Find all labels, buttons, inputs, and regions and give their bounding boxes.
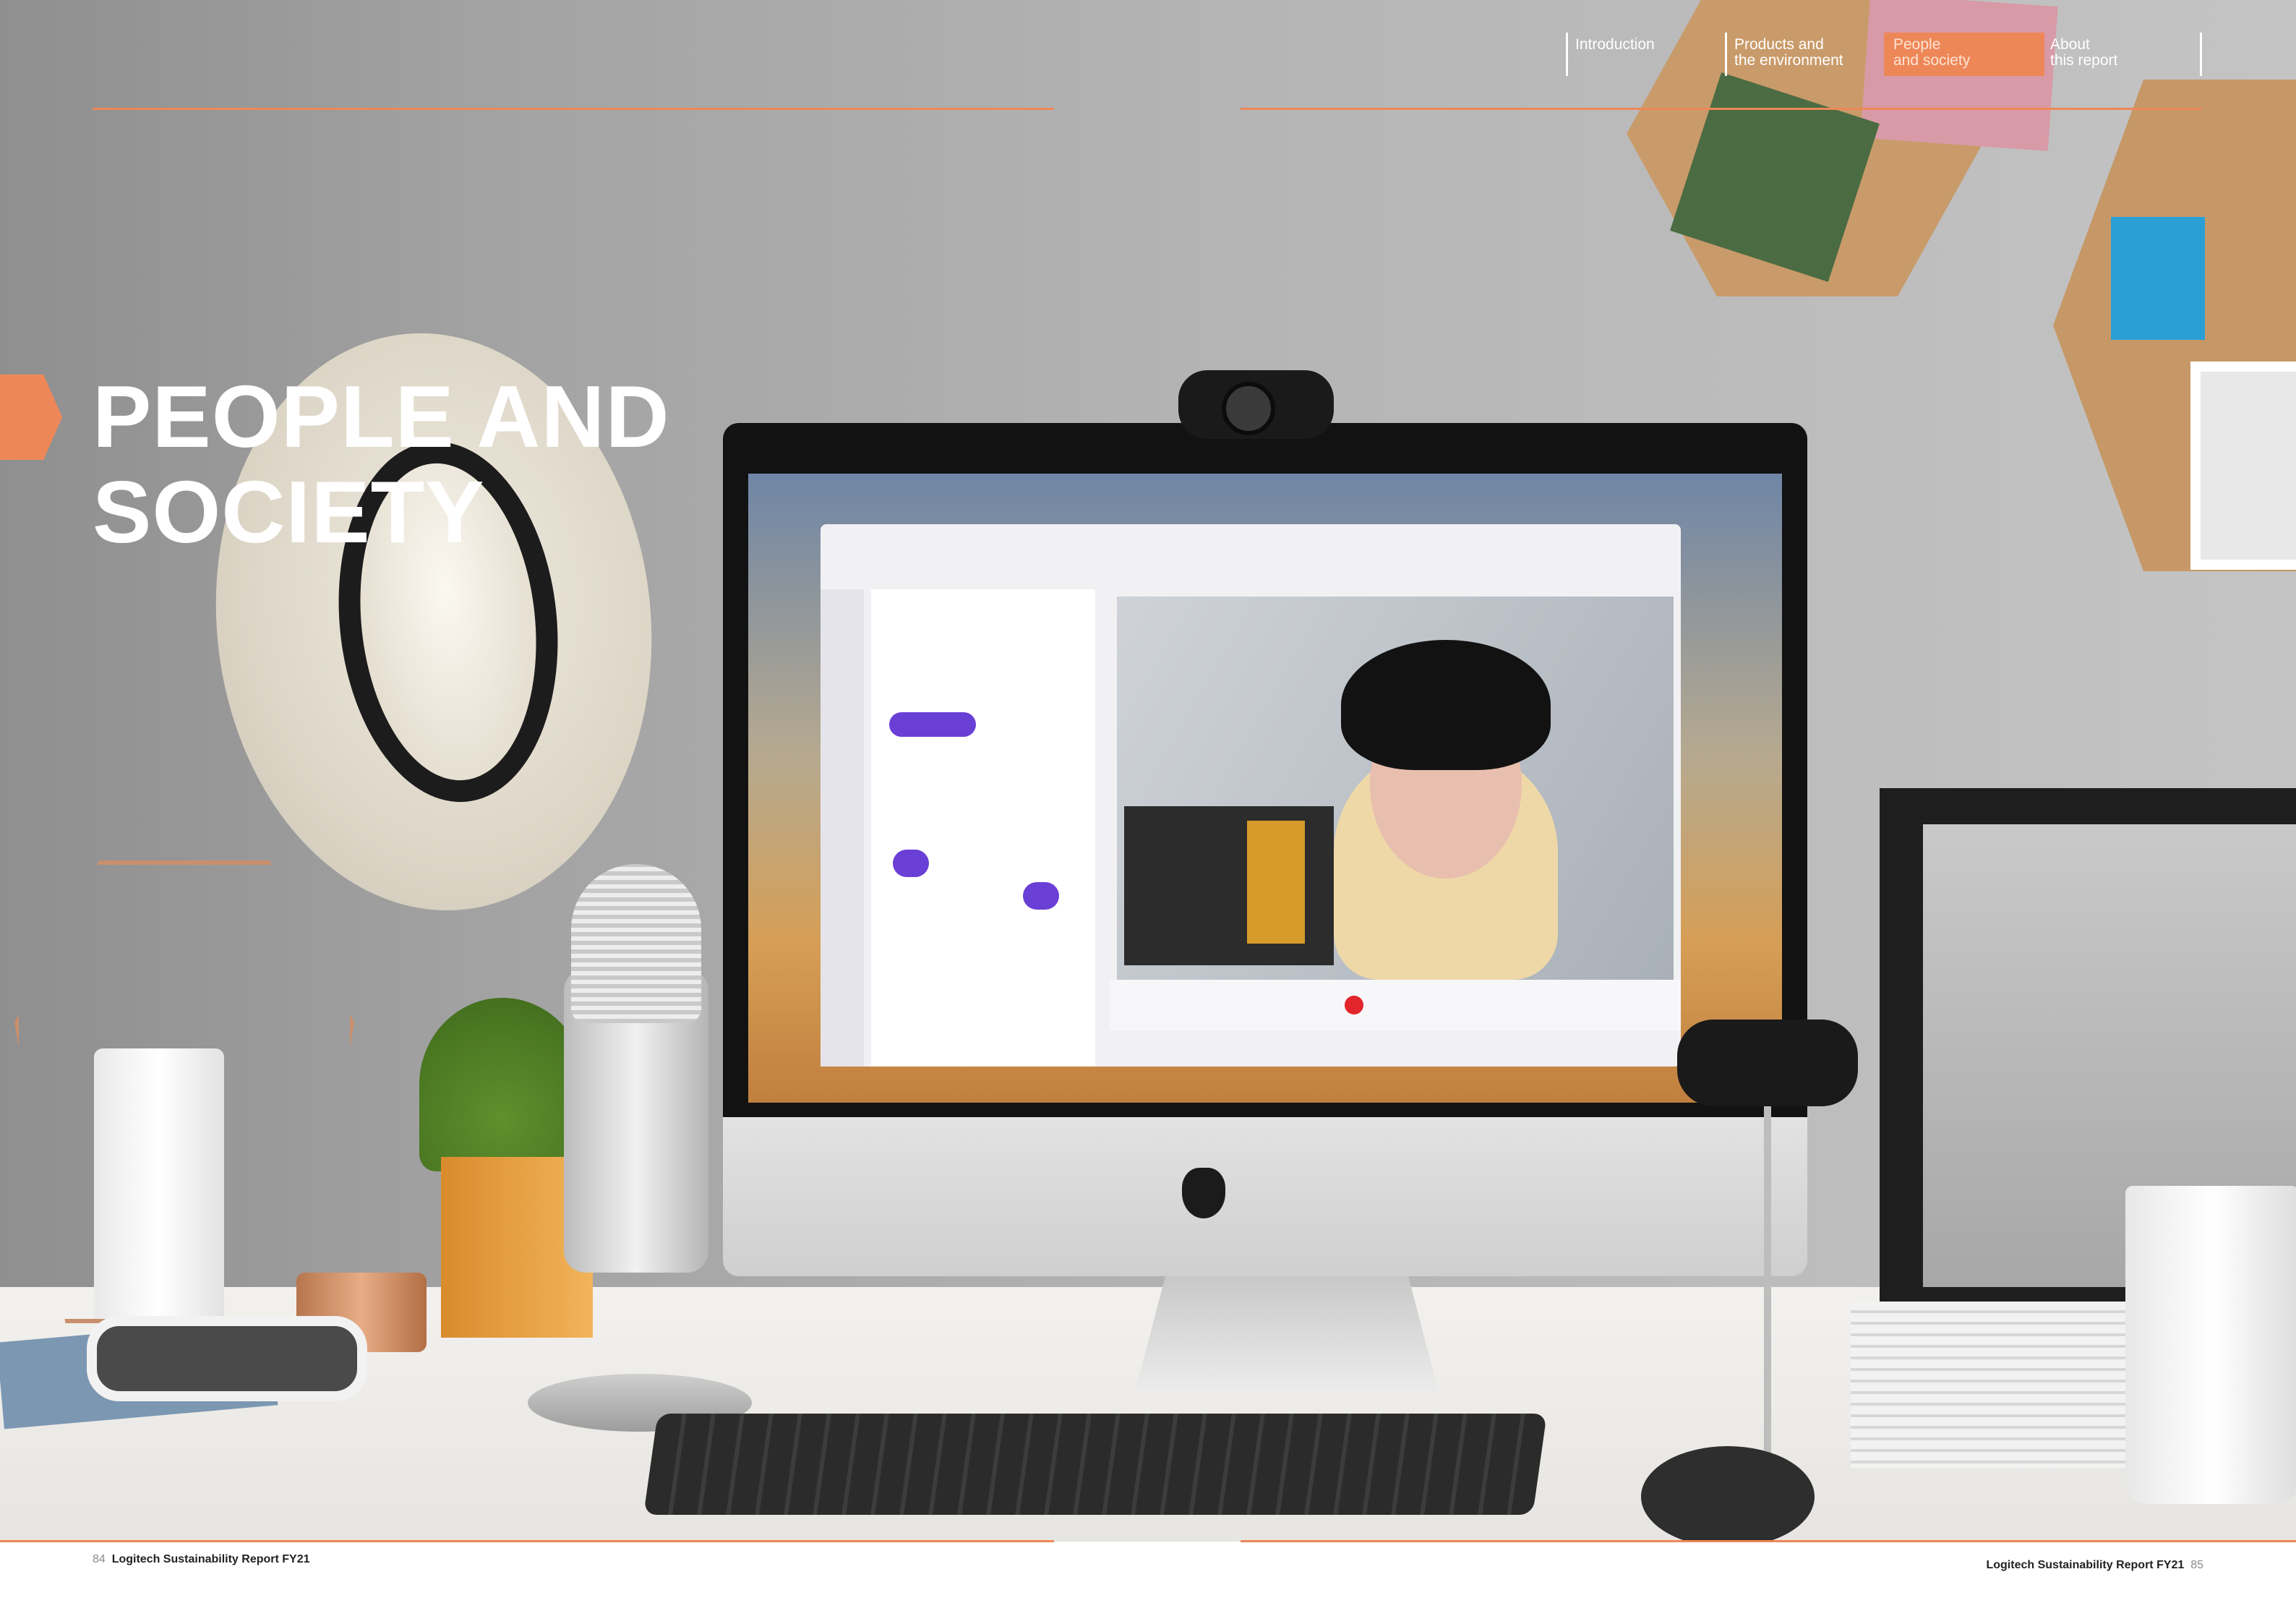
plant	[419, 998, 586, 1171]
page-number: 85	[2190, 1559, 2203, 1571]
microphone-head	[571, 864, 701, 1023]
magazines	[1851, 1302, 2154, 1468]
footer-right: Logitech Sustainability Report FY21 85	[1986, 1559, 2203, 1572]
apple-logo-icon	[1182, 1168, 1225, 1218]
nav-label: and society	[1893, 52, 1971, 69]
hero-photo	[0, 0, 2296, 1542]
nav-label: Products and	[1734, 36, 1824, 53]
monitor-stand	[1135, 1276, 1439, 1392]
monitor-screen	[748, 474, 1782, 1103]
sunglasses	[87, 1316, 367, 1401]
nav-label: Introduction	[1575, 36, 1655, 53]
mouse	[1641, 1446, 1815, 1542]
nav-introduction[interactable]: Introduction	[1566, 33, 1722, 76]
section-title-line: SOCIETY	[93, 463, 485, 561]
nav-about-report[interactable]: About this report	[2043, 33, 2199, 76]
header-rule-right	[1241, 108, 2202, 110]
footer-left: 84 Logitech Sustainability Report FY21	[93, 1553, 310, 1566]
app-style-chip	[893, 850, 929, 877]
footer-rule-right	[1241, 1540, 2296, 1542]
nav-divider	[2200, 33, 2202, 76]
video-person-hat	[1341, 640, 1551, 770]
report-name: Logitech Sustainability Report FY21	[1986, 1559, 2185, 1571]
nav-label: this report	[2050, 52, 2118, 69]
monitor-chin	[723, 1117, 1807, 1276]
tripod	[1764, 1106, 1771, 1482]
section-title: PEOPLE AND SOCIETY	[93, 369, 670, 560]
webcam	[1677, 1020, 1858, 1106]
app-toolbar	[1110, 980, 1681, 1030]
app-settings-panel	[871, 589, 1095, 1067]
nav-label: the environment	[1734, 52, 1843, 69]
app-style-chip	[1023, 882, 1059, 910]
webcam-lens	[1222, 382, 1275, 435]
footer-rule-left	[0, 1540, 1054, 1542]
coffee-cup	[2125, 1186, 2296, 1504]
nav-products-environment[interactable]: Products and the environment	[1725, 33, 1881, 76]
lantern	[14, 860, 354, 1323]
nav-people-society[interactable]: People and society	[1884, 33, 2044, 76]
report-name: Logitech Sustainability Report FY21	[111, 1553, 310, 1565]
header-rule-left	[93, 108, 1054, 110]
record-icon	[1345, 996, 1363, 1014]
video-pip-item	[1247, 821, 1305, 944]
section-title-line: PEOPLE AND	[93, 367, 670, 466]
app-button	[889, 712, 976, 737]
nav-label: About	[2050, 36, 2090, 53]
page-number: 84	[93, 1553, 106, 1565]
pinned-card	[2111, 217, 2205, 340]
keyboard	[643, 1414, 1547, 1515]
pinned-polaroid	[2190, 362, 2296, 570]
nav-label: People	[1893, 36, 1941, 53]
app-sidebar	[821, 589, 864, 1067]
